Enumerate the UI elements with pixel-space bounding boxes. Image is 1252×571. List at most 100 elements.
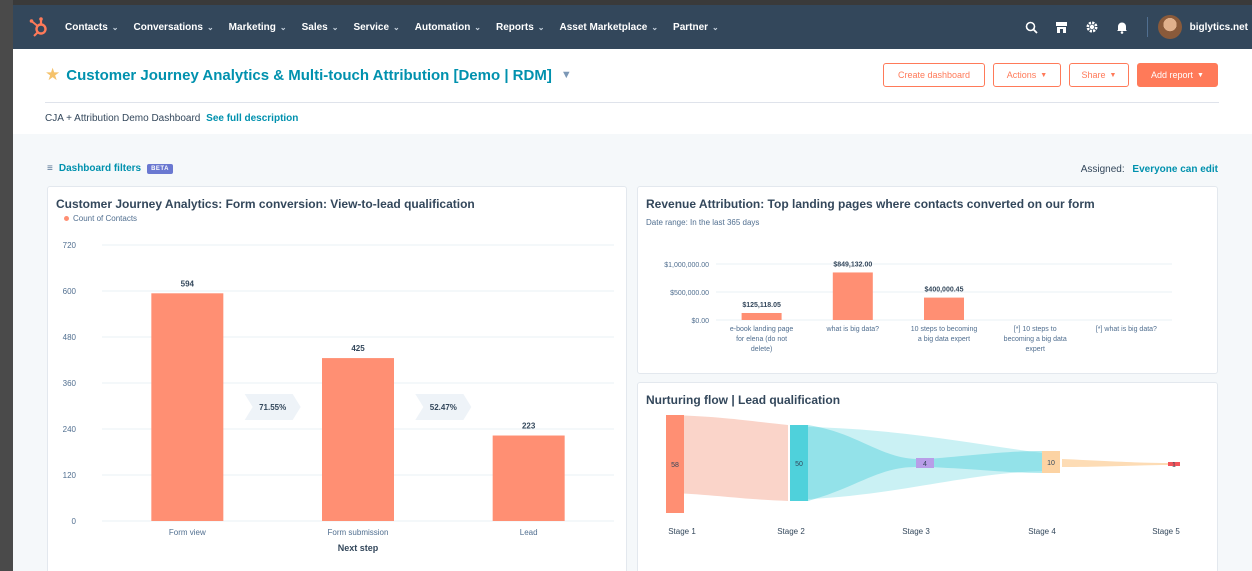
- nav-item-sales[interactable]: Sales ⌄: [302, 22, 339, 33]
- add-report-button[interactable]: Add report ▼: [1137, 63, 1218, 87]
- bell-icon[interactable]: [1107, 5, 1137, 49]
- chevron-down-icon: ⌄: [206, 22, 214, 32]
- nav-menu: Contacts ⌄ Conversations ⌄ Marketing ⌄ Sale…: [65, 22, 734, 33]
- nav-item-reports[interactable]: Reports ⌄: [496, 22, 545, 33]
- hubspot-logo-icon[interactable]: [13, 5, 65, 49]
- everyone-can-edit-link[interactable]: Everyone can edit: [1132, 164, 1218, 175]
- nav-item-asset-marketplace[interactable]: Asset Marketplace ⌄: [560, 22, 659, 33]
- actions-button[interactable]: Actions ▼: [993, 63, 1061, 87]
- dashboard-filters[interactable]: ≡ Dashboard filters BETA: [47, 163, 173, 174]
- chevron-down-icon: ⌄: [651, 22, 659, 32]
- see-full-description-link[interactable]: See full description: [206, 113, 298, 124]
- nav-item-service[interactable]: Service ⌄: [353, 22, 399, 33]
- stage-count-label: 50: [795, 461, 803, 468]
- x-tick-label: [*] 10 steps to: [1014, 326, 1057, 333]
- bar-value-label: $400,000.45: [925, 287, 964, 294]
- nav-item-partner[interactable]: Partner ⌄: [673, 22, 719, 33]
- dashboard-content: ≡ Dashboard filters BETA Assigned: Every…: [13, 134, 1252, 571]
- revenue-attribution-chart: $0.00 $500,000.00 $1,000,000.00 $125,118.05…: [664, 261, 1172, 353]
- nav-item-label: Sales: [301, 21, 328, 33]
- nav-item-marketing[interactable]: Marketing ⌄: [229, 22, 287, 33]
- nurturing-flow-report-card[interactable]: Nurturing flow | Lead qualification 58 50…: [637, 382, 1218, 571]
- caret-down-icon: ▼: [1197, 71, 1204, 79]
- filter-lines-icon: ≡: [47, 163, 53, 174]
- nav-item-label: Automation: [414, 21, 471, 33]
- y-tick-label: 120: [63, 471, 77, 480]
- chevron-down-icon: ⌄: [331, 22, 339, 32]
- search-icon[interactable]: [1017, 5, 1047, 49]
- chevron-down-icon: ⌄: [712, 22, 719, 32]
- x-tick-label: for elena (do not: [736, 336, 787, 343]
- x-tick-label: expert: [1025, 346, 1045, 353]
- nav-item-conversations[interactable]: Conversations ⌄: [134, 22, 214, 33]
- nav-item-label: Contacts: [65, 21, 108, 33]
- caret-down-icon: ▼: [1040, 71, 1048, 79]
- nurturing-flow-chart: 58 50 4 10 1 Stage 1 Stage 2 Stage 3 Stage 4 Stag…: [666, 415, 1180, 536]
- conversion-rate-label: 52.47%: [430, 403, 457, 412]
- share-button[interactable]: Share ▼: [1069, 63, 1129, 87]
- stage-count-label: 10: [1047, 460, 1055, 467]
- y-tick-label: 0: [72, 517, 77, 526]
- stage-label: Stage 4: [1028, 527, 1056, 536]
- flow-band: [1062, 459, 1168, 467]
- x-tick-label: 10 steps to becoming: [911, 326, 978, 333]
- create-dashboard-button[interactable]: Create dashboard: [883, 63, 985, 87]
- assigned-label: Assigned:: [1080, 164, 1125, 175]
- header-actions: Create dashboard Actions ▼ Share ▼ Add rep…: [875, 63, 1218, 87]
- chevron-down-icon: ⌄: [279, 22, 287, 32]
- conversion-rate-label: 71.55%: [259, 403, 286, 412]
- y-tick-label: $0.00: [691, 318, 709, 325]
- avatar[interactable]: [1157, 15, 1182, 39]
- x-tick-label: Lead: [520, 528, 538, 537]
- gear-icon[interactable]: [1077, 5, 1107, 49]
- form-conversion-report-card[interactable]: Customer Journey Analytics: Form convers…: [47, 186, 627, 571]
- x-tick-label: delete): [751, 346, 772, 353]
- nav-item-label: Reports: [496, 21, 534, 33]
- dashboard-title-row: ★ Customer Journey Analytics & Multi-tou…: [45, 65, 572, 85]
- x-tick-label: [*] what is big data?: [1096, 326, 1157, 333]
- bar: [832, 272, 873, 320]
- window-frame-left: [0, 0, 13, 571]
- account-name[interactable]: biglytics.net: [1190, 22, 1252, 33]
- nav-item-label: Asset Marketplace: [559, 21, 648, 33]
- nav-divider: [1146, 17, 1148, 37]
- dashboard-title[interactable]: Customer Journey Analytics & Multi-touch…: [66, 67, 552, 84]
- header-divider: [45, 102, 1219, 103]
- actions-label: Actions: [1006, 70, 1037, 80]
- dashboard-filters-label: Dashboard filters: [58, 163, 142, 174]
- bar: [924, 297, 964, 320]
- y-tick-label: 600: [63, 287, 77, 296]
- nav-item-contacts[interactable]: Contacts ⌄: [65, 22, 119, 33]
- stage-label: Stage 5: [1152, 527, 1180, 536]
- bar: [741, 312, 782, 320]
- revenue-attribution-report-card[interactable]: Revenue Attribution: Top landing pages w…: [637, 186, 1218, 374]
- top-navigation: Contacts ⌄ Conversations ⌄ Marketing ⌄ Sale…: [13, 5, 1252, 49]
- y-tick-label: 360: [63, 379, 77, 388]
- nav-item-label: Conversations: [133, 21, 203, 33]
- x-axis-label: Next step: [338, 543, 379, 553]
- bar: [492, 435, 565, 521]
- bar-value-label: $849,132.00: [833, 261, 872, 268]
- bar: [322, 358, 394, 521]
- nav-item-automation[interactable]: Automation ⌄: [415, 22, 481, 33]
- dashboard-header: ★ Customer Journey Analytics & Multi-tou…: [13, 49, 1252, 134]
- y-tick-label: 480: [63, 333, 77, 342]
- marketplace-icon[interactable]: [1047, 5, 1077, 49]
- chevron-down-icon: ⌄: [393, 22, 400, 32]
- description-text: CJA + Attribution Demo Dashboard: [45, 113, 201, 124]
- x-tick-label: what is big data?: [826, 326, 880, 333]
- x-tick-label: a big data expert: [918, 336, 970, 343]
- bar-value-label: $125,118.05: [742, 302, 781, 309]
- caret-down-icon[interactable]: ▼: [561, 69, 572, 81]
- chevron-down-icon: ⌄: [111, 22, 119, 32]
- y-tick-label: 720: [63, 241, 77, 250]
- bar-value-label: 223: [522, 422, 536, 431]
- favorite-star-icon[interactable]: ★: [45, 65, 60, 85]
- stage-count-label: 58: [671, 462, 679, 469]
- nav-item-label: Service: [353, 21, 390, 33]
- x-tick-label: e-book landing page: [730, 326, 794, 333]
- assigned-info: Assigned: Everyone can edit: [1081, 164, 1218, 175]
- stage-count-label: 1: [1172, 462, 1176, 469]
- nav-utilities: biglytics.net: [1017, 5, 1252, 49]
- x-tick-label: Form view: [169, 528, 206, 537]
